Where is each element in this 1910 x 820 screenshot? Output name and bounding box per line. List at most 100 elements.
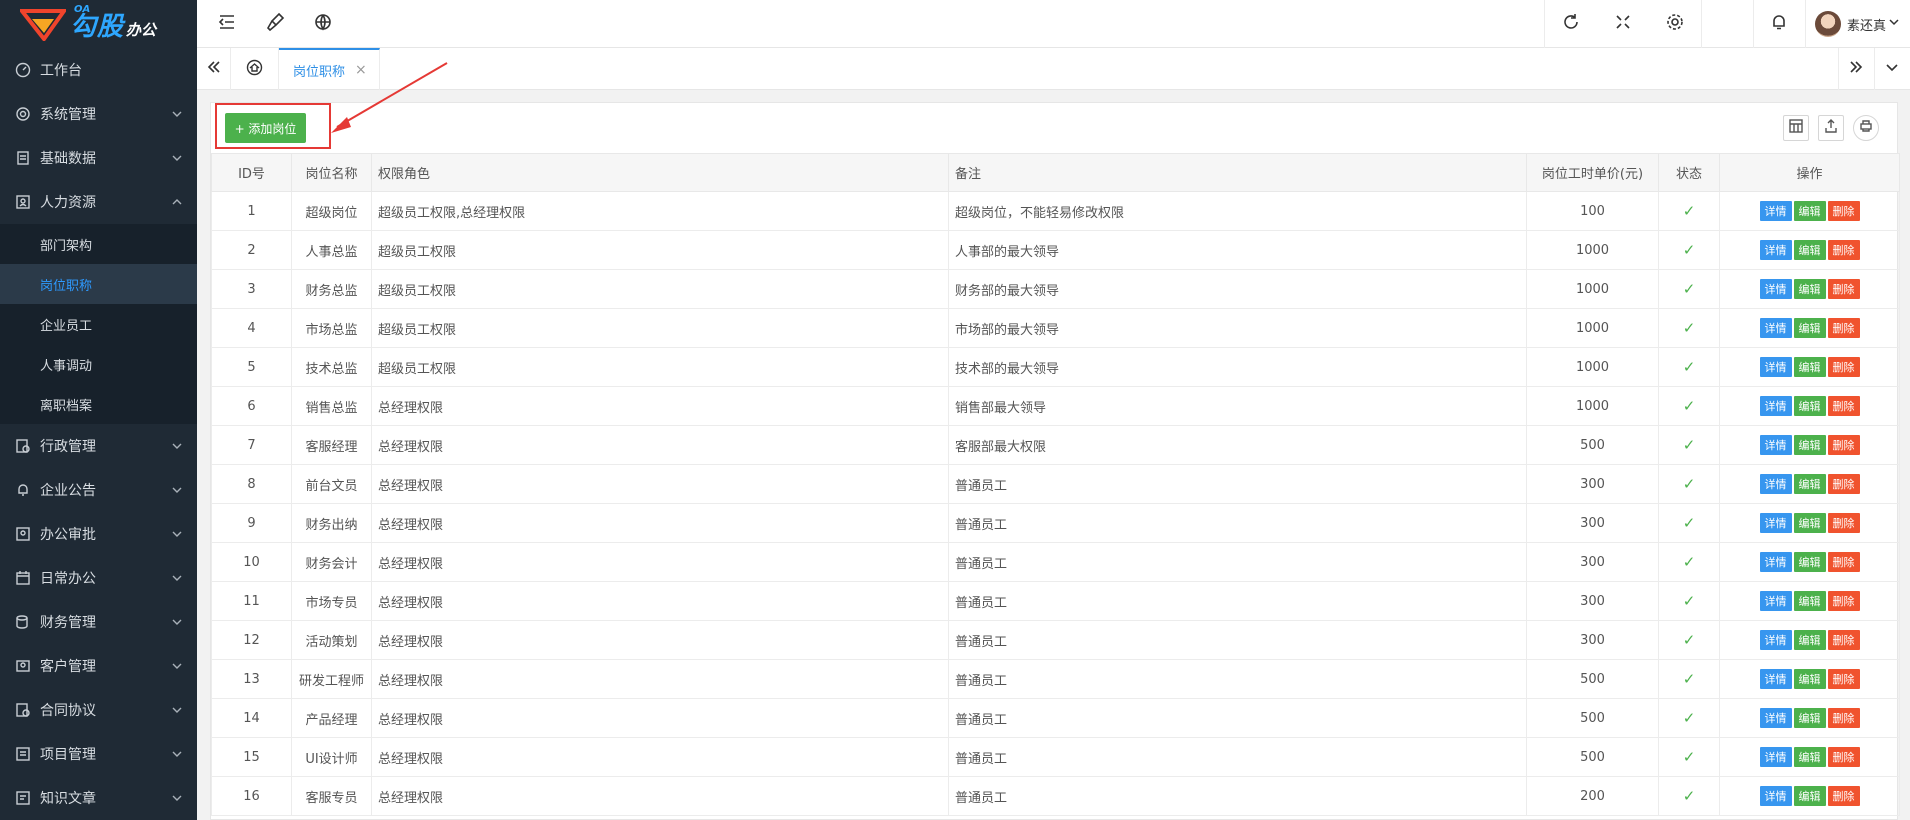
chevron-down-icon [1884,59,1900,79]
table-row: 8 前台文员 总经理权限 普通员工 300 ✓ 详情 编辑 删除 [211,464,1900,504]
tab-home[interactable] [231,48,279,90]
sidebar-item-project[interactable]: 项目管理 [0,732,197,776]
delete-button[interactable]: 删除 [1827,357,1860,377]
edit-button[interactable]: 编辑 [1793,747,1826,767]
edit-button[interactable]: 编辑 [1793,786,1826,806]
close-icon[interactable]: × [355,62,367,78]
delete-button[interactable]: 删除 [1827,591,1860,611]
detail-button[interactable]: 详情 [1759,786,1792,806]
detail-button[interactable]: 详情 [1759,240,1792,260]
export-button[interactable] [1818,115,1844,141]
edit-button[interactable]: 编辑 [1793,279,1826,299]
cell-name: UI设计师 [291,737,372,777]
edit-button[interactable]: 编辑 [1793,630,1826,650]
sidebar-item-resignation[interactable]: 离职档案 [0,384,197,424]
sidebar-item-notice[interactable]: 企业公告 [0,468,197,512]
sidebar-item-contract[interactable]: 合同协议 [0,688,197,732]
sidebar-item-label: 系统管理 [40,107,96,123]
detail-button[interactable]: 详情 [1759,435,1792,455]
detail-button[interactable]: 详情 [1759,357,1792,377]
detail-button[interactable]: 详情 [1759,201,1792,221]
sidebar-item-admin[interactable]: 行政管理 [0,424,197,468]
language-button[interactable] [303,0,343,48]
detail-button[interactable]: 详情 [1759,513,1792,533]
detail-button[interactable]: 详情 [1759,630,1792,650]
chevron-down-icon [171,572,183,584]
tab-positions[interactable]: 岗位职称 × [279,48,380,90]
clear-cache-button[interactable] [255,0,295,48]
edit-button[interactable]: 编辑 [1793,240,1826,260]
refresh-button[interactable] [1545,0,1597,48]
logo[interactable]: OA 勾股 办公 [0,0,197,48]
edit-button[interactable]: 编辑 [1793,318,1826,338]
edit-button[interactable]: 编辑 [1793,474,1826,494]
sidebar-item-article[interactable]: 知识文章 [0,776,197,820]
sidebar-item-label: 企业公告 [40,483,96,499]
delete-button[interactable]: 删除 [1827,435,1860,455]
edit-button[interactable]: 编辑 [1793,669,1826,689]
menu-toggle-button[interactable] [207,0,247,48]
tab-scroll-right-button[interactable] [1838,48,1872,90]
tab-menu-button[interactable] [1874,48,1908,90]
add-position-button[interactable]: + 添加岗位 [225,113,306,143]
detail-button[interactable]: 详情 [1759,747,1792,767]
sidebar-item-basic-data[interactable]: 基础数据 [0,136,197,180]
approval-icon [14,525,32,543]
sidebar-item-system[interactable]: 系统管理 [0,92,197,136]
delete-button[interactable]: 删除 [1827,747,1860,767]
edit-button[interactable]: 编辑 [1793,201,1826,221]
delete-button[interactable]: 删除 [1827,396,1860,416]
table-row: 7 客服经理 总经理权限 客服部最大权限 500 ✓ 详情 编辑 删除 [211,425,1900,465]
cell-role: 总经理权限 [371,425,949,465]
column-filter-button[interactable] [1783,115,1809,141]
user-menu[interactable]: 素还真 [1814,0,1900,48]
detail-button[interactable]: 详情 [1759,396,1792,416]
table-row: 13 研发工程师 总经理权限 普通员工 500 ✓ 详情 编辑 删除 [211,659,1900,699]
edit-button[interactable]: 编辑 [1793,513,1826,533]
edit-button[interactable]: 编辑 [1793,396,1826,416]
tab-scroll-left-button[interactable] [197,48,231,90]
edit-button[interactable]: 编辑 [1793,552,1826,572]
edit-button[interactable]: 编辑 [1793,435,1826,455]
delete-button[interactable]: 删除 [1827,669,1860,689]
sidebar-item-transfer[interactable]: 人事调动 [0,344,197,384]
delete-button[interactable]: 删除 [1827,279,1860,299]
delete-button[interactable]: 删除 [1827,201,1860,221]
detail-button[interactable]: 详情 [1759,669,1792,689]
edit-button[interactable]: 编辑 [1793,591,1826,611]
delete-button[interactable]: 删除 [1827,474,1860,494]
delete-button[interactable]: 删除 [1827,552,1860,572]
detail-button[interactable]: 详情 [1759,318,1792,338]
detail-button[interactable]: 详情 [1759,708,1792,728]
table-row: 16 客服专员 总经理权限 普通员工 200 ✓ 详情 编辑 删除 [211,776,1900,816]
sidebar-item-department[interactable]: 部门架构 [0,224,197,264]
sidebar-item-approval[interactable]: 办公审批 [0,512,197,556]
detail-button[interactable]: 详情 [1759,474,1792,494]
sidebar-item-customer[interactable]: 客户管理 [0,644,197,688]
delete-button[interactable]: 删除 [1827,630,1860,650]
sidebar-item-employees[interactable]: 企业员工 [0,304,197,344]
sidebar-item-hr[interactable]: 人力资源 [0,180,197,224]
sidebar-item-dashboard[interactable]: 工作台 [0,48,197,92]
fullscreen-button[interactable] [1597,0,1649,48]
delete-button[interactable]: 删除 [1827,786,1860,806]
edit-button[interactable]: 编辑 [1793,708,1826,728]
table-row: 12 活动策划 总经理权限 普通员工 300 ✓ 详情 编辑 删除 [211,620,1900,660]
detail-button[interactable]: 详情 [1759,591,1792,611]
sidebar-item-daily[interactable]: 日常办公 [0,556,197,600]
delete-button[interactable]: 删除 [1827,708,1860,728]
chevron-up-icon [171,196,183,208]
notification-button[interactable] [1753,0,1805,48]
detail-button[interactable]: 详情 [1759,279,1792,299]
sidebar-item-finance[interactable]: 财务管理 [0,600,197,644]
status-check-icon: ✓ [1682,670,1696,688]
print-button[interactable] [1853,115,1879,141]
sidebar-item-positions[interactable]: 岗位职称 [0,264,197,304]
delete-button[interactable]: 删除 [1827,513,1860,533]
chevron-down-icon [171,660,183,672]
edit-button[interactable]: 编辑 [1793,357,1826,377]
detail-button[interactable]: 详情 [1759,552,1792,572]
delete-button[interactable]: 删除 [1827,240,1860,260]
settings-button[interactable] [1649,0,1701,48]
delete-button[interactable]: 删除 [1827,318,1860,338]
